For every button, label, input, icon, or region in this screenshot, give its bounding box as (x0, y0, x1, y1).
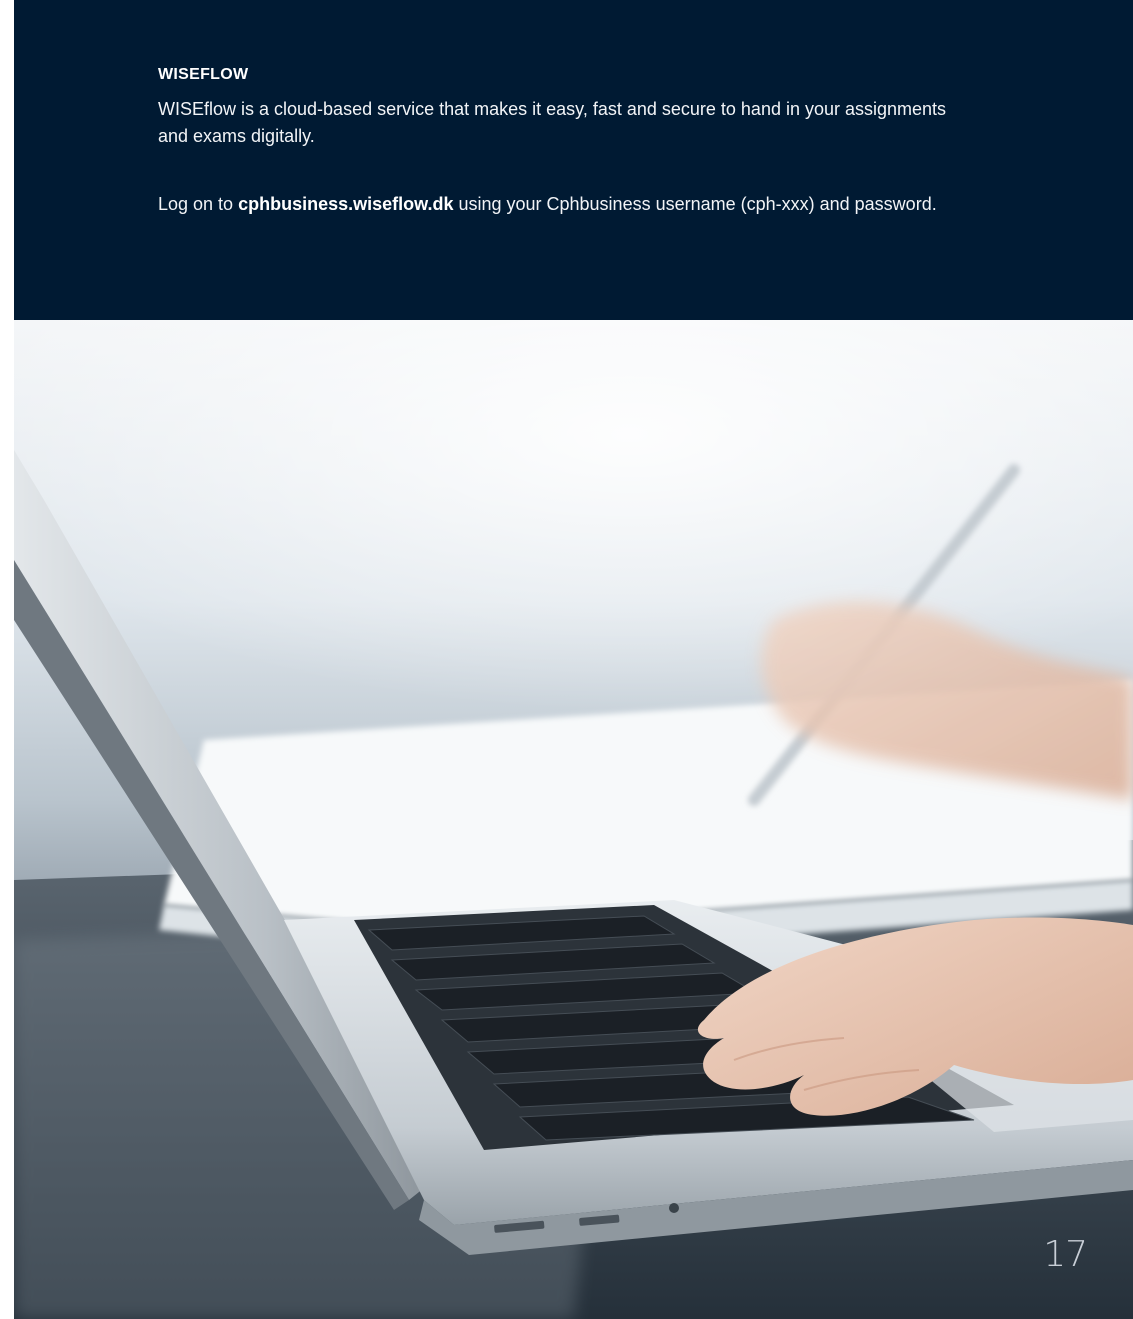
laptop-photo (14, 320, 1133, 1319)
login-instructions: Log on to cphbusiness.wiseflow.dk using … (158, 191, 978, 218)
page: WISEFLOW WISEflow is a cloud-based servi… (0, 0, 1133, 1319)
login-prefix: Log on to (158, 194, 239, 214)
wiseflow-url: cphbusiness.wiseflow.dk (238, 194, 454, 214)
login-suffix: using your Cphbusiness username (cph-xxx… (453, 194, 937, 214)
wiseflow-info-panel: WISEFLOW WISEflow is a cloud-based servi… (14, 0, 1133, 320)
wiseflow-description: WISEflow is a cloud-based service that m… (158, 99, 947, 146)
section-title: WISEFLOW (158, 66, 249, 83)
page-number: 17 (1043, 1234, 1088, 1275)
